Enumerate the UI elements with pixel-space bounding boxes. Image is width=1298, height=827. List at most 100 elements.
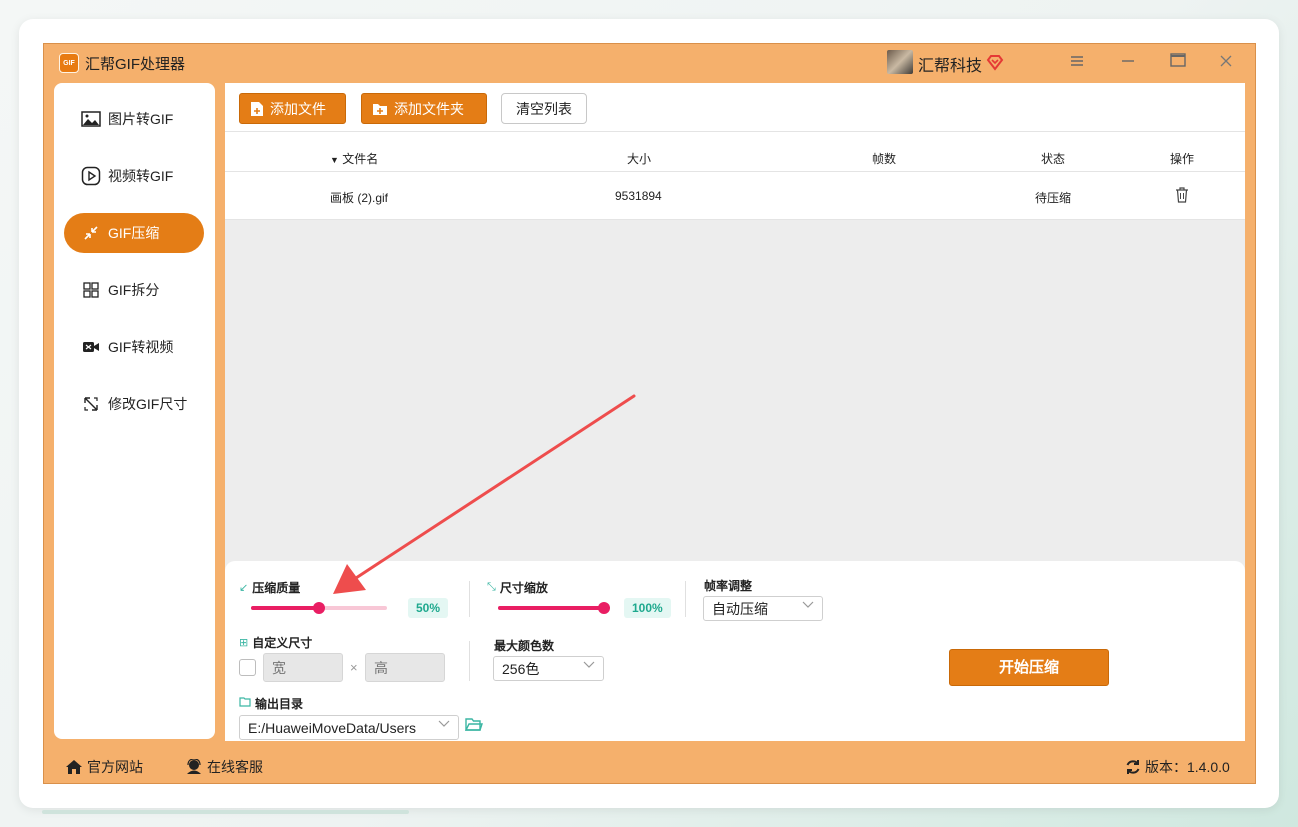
height-input[interactable]	[365, 653, 445, 682]
app-title: 汇帮GIF处理器	[85, 56, 185, 73]
sidebar-item-image-to-gif[interactable]: 图片转GIF	[64, 99, 204, 139]
user-name[interactable]: 汇帮科技	[918, 52, 982, 76]
file-status: 待压缩	[1035, 191, 1072, 205]
sidebar-item-label: 视频转GIF	[108, 168, 174, 184]
avatar[interactable]	[887, 50, 913, 74]
version-info[interactable]: 版本：1.4.0.0	[1125, 757, 1230, 777]
status-bar: 官方网站 在线客服 版本：1.4.0.0	[44, 749, 1255, 785]
compress-small-icon: ↙	[239, 582, 249, 594]
file-table: ▼ 文件名 大小 帧数 状态 操作 画板 (2).gif 9531894 待压缩	[225, 131, 1245, 593]
quality-slider-handle[interactable]	[313, 602, 325, 614]
scale-slider-handle[interactable]	[598, 602, 610, 614]
sidebar-item-label: GIF压缩	[108, 225, 160, 241]
scale-small-icon: ⤡	[487, 581, 496, 593]
sidebar-item-gif-split[interactable]: GIF拆分	[64, 270, 204, 310]
table-header: ▼ 文件名 大小 帧数 状态 操作	[225, 131, 1245, 171]
header-filename-label: 文件名	[342, 152, 379, 166]
divider	[469, 641, 470, 681]
quality-label-text: 压缩质量	[252, 581, 301, 595]
scale-label: ⤡ 尺寸缩放	[487, 579, 548, 596]
framerate-select[interactable]: 自动压缩	[703, 596, 823, 621]
add-file-label: 添加文件	[270, 100, 326, 117]
sidebar-item-label: 图片转GIF	[108, 111, 174, 127]
chevron-down-icon	[583, 660, 595, 672]
custom-size-label-text: 自定义尺寸	[252, 636, 313, 650]
app-window: GIF 汇帮GIF处理器 汇帮科技 图片转GIF 视频转GIF GIF压缩 GI…	[43, 43, 1256, 784]
output-dir-label-text: 输出目录	[255, 697, 304, 711]
vip-diamond-icon[interactable]	[986, 53, 1004, 71]
output-dir-label: 输出目录	[239, 695, 303, 712]
title-bar: GIF 汇帮GIF处理器 汇帮科技	[44, 44, 1255, 82]
open-folder-icon[interactable]	[464, 717, 483, 733]
grid-small-icon: ⊞	[239, 637, 249, 649]
header-status: 状态	[1041, 152, 1066, 166]
max-colors-label: 最大颜色数	[494, 639, 555, 653]
sidebar-item-gif-to-video[interactable]: GIF转视频	[64, 327, 204, 367]
scale-label-text: 尺寸缩放	[499, 581, 548, 595]
sidebar: 图片转GIF 视频转GIF GIF压缩 GIF拆分 GIF转视频 修改GIF尺寸	[54, 83, 215, 739]
sidebar-item-gif-compress[interactable]: GIF压缩	[64, 213, 204, 253]
add-folder-icon	[373, 103, 387, 115]
online-support-label: 在线客服	[207, 759, 263, 775]
framerate-label: 帧率调整	[704, 579, 753, 593]
maximize-icon[interactable]	[1165, 50, 1191, 76]
close-icon[interactable]	[1213, 50, 1239, 76]
headset-icon	[187, 759, 201, 774]
quality-label: ↙ 压缩质量	[239, 579, 300, 596]
chevron-down-icon	[802, 600, 814, 612]
quality-slider-fill	[251, 606, 319, 610]
divider	[469, 581, 470, 617]
sidebar-item-label: 修改GIF尺寸	[108, 396, 188, 412]
sidebar-item-video-to-gif[interactable]: 视频转GIF	[64, 156, 204, 196]
video-icon	[80, 336, 102, 358]
header-frames: 帧数	[872, 152, 897, 166]
play-icon	[80, 165, 102, 187]
header-action: 操作	[1170, 152, 1195, 166]
header-size: 大小	[627, 152, 652, 166]
toolbar: 添加文件 添加文件夹 清空列表	[225, 83, 1245, 131]
sort-caret-icon: ▼	[330, 155, 339, 165]
split-icon	[80, 279, 102, 301]
menu-icon[interactable]	[1064, 50, 1090, 76]
output-dir-path: E:/HuaweiMoveData/Users	[248, 719, 417, 736]
add-file-button[interactable]: 添加文件	[239, 93, 346, 124]
add-folder-button[interactable]: 添加文件夹	[361, 93, 487, 124]
official-website-label: 官方网站	[87, 759, 143, 775]
sidebar-item-label: GIF拆分	[108, 282, 160, 298]
width-input[interactable]	[263, 653, 343, 682]
compress-icon	[80, 222, 102, 244]
folder-small-icon	[239, 697, 251, 710]
file-size: 9531894	[615, 189, 662, 203]
table-row[interactable]: 画板 (2).gif 9531894 待压缩	[225, 171, 1245, 220]
scale-value-badge: 100%	[624, 598, 671, 618]
main-panel: 添加文件 添加文件夹 清空列表 ▼ 文件名 大小 帧数 状态 操作 画板 (2)…	[225, 83, 1245, 741]
framerate-selected: 自动压缩	[712, 600, 768, 617]
resize-icon	[80, 393, 102, 415]
official-website-link[interactable]: 官方网站	[65, 757, 143, 777]
clear-list-button[interactable]: 清空列表	[501, 93, 587, 124]
online-support-link[interactable]: 在线客服	[185, 757, 263, 777]
refresh-icon	[1126, 760, 1140, 774]
scroll-indicator	[42, 810, 409, 814]
sidebar-item-resize-gif[interactable]: 修改GIF尺寸	[64, 384, 204, 424]
settings-panel: ↙ 压缩质量 50% ⤡ 尺寸缩放 100% 帧率调整 自动压缩 ⊞ 自定义尺寸…	[225, 561, 1245, 741]
custom-size-checkbox[interactable]	[239, 659, 256, 676]
sidebar-item-label: GIF转视频	[108, 339, 174, 355]
max-colors-select[interactable]: 256色	[493, 656, 604, 681]
output-dir-select[interactable]: E:/HuaweiMoveData/Users	[239, 715, 459, 740]
delete-icon[interactable]	[1175, 187, 1189, 206]
divider	[685, 581, 686, 617]
scale-slider-fill	[498, 606, 604, 610]
home-icon	[66, 760, 82, 774]
times-symbol: ×	[350, 660, 358, 675]
chevron-down-icon	[438, 719, 450, 731]
add-folder-label: 添加文件夹	[394, 100, 464, 117]
custom-size-label: ⊞ 自定义尺寸	[239, 634, 312, 651]
version-label: 版本：1.4.0.0	[1145, 759, 1230, 775]
quality-value-badge: 50%	[408, 598, 449, 618]
add-file-icon	[251, 101, 263, 116]
header-filename[interactable]: ▼ 文件名	[330, 150, 378, 167]
minimize-icon[interactable]	[1115, 50, 1141, 76]
start-compress-button[interactable]: 开始压缩	[949, 649, 1109, 686]
max-colors-selected: 256色	[502, 660, 540, 677]
